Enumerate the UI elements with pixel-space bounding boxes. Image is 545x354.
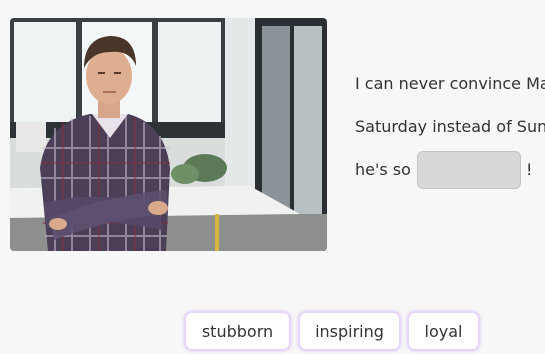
sentence-line: Saturday instead of Sun [355, 117, 545, 136]
word-option[interactable]: loyal [407, 311, 480, 351]
illustration-photo [10, 18, 327, 251]
answer-blank[interactable] [417, 151, 521, 189]
sentence-line: I can never convince Ma [355, 74, 545, 93]
word-option[interactable]: inspiring [298, 311, 401, 351]
sentence-line-suffix: ! [526, 160, 533, 179]
word-option[interactable]: stubborn [184, 311, 291, 351]
man-arms-crossed-image [10, 18, 327, 251]
exercise-screen: I can never convince Ma Saturday instead… [0, 0, 545, 354]
sentence: I can never convince Ma Saturday instead… [355, 0, 545, 260]
sentence-line-prefix: he's so [355, 160, 411, 179]
